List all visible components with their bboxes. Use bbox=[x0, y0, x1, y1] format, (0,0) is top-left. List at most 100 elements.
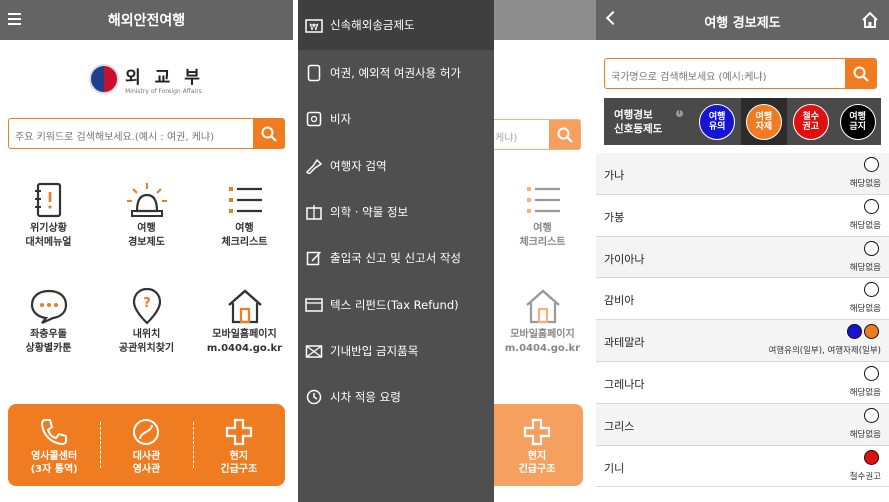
tile-mobile-homepage[interactable]: 모바일홈페이지 m.0404.go.kr bbox=[196, 284, 293, 356]
menu-item-visa[interactable]: 비자 bbox=[298, 96, 494, 142]
quarantine-icon bbox=[305, 158, 323, 174]
clock-icon bbox=[306, 389, 322, 405]
home-icon[interactable] bbox=[861, 11, 879, 28]
legend-level-caution[interactable]: 여행 유의 bbox=[694, 98, 741, 145]
embassy-button[interactable]: 대사관 영사관 bbox=[100, 404, 192, 486]
alert-level-legend: 여행경보 신호등제도 i 여행 유의 여행 자제 철수 권고 여행 금지 bbox=[604, 98, 881, 145]
alert-dot bbox=[847, 324, 862, 340]
country-name: 기니 bbox=[604, 461, 625, 475]
form-edit-icon bbox=[306, 251, 322, 266]
alert-status-text: 철수권고 bbox=[849, 471, 881, 482]
country-search-bar: 국가명으로 검색해보세요 (예시:케냐) bbox=[604, 58, 877, 89]
alert-level-indicator bbox=[864, 365, 879, 381]
country-row[interactable]: 그리스해당없음 bbox=[596, 403, 889, 446]
menu-item-prohibited-items[interactable]: 기내반입 금지품목 bbox=[298, 328, 494, 374]
drawer-screen: 케냐) 여행 체크리스트 모바일홈페이지 m.0404.go.kr 현지 긴급구… bbox=[298, 0, 596, 502]
legend-level-withdrawal[interactable]: 철수 권고 bbox=[787, 98, 834, 145]
info-icon[interactable]: i bbox=[676, 109, 683, 117]
menu-item-jetlag[interactable]: 시차 적응 요령 bbox=[298, 374, 494, 420]
logo-subtext: Ministry of Foreign Affairs bbox=[125, 88, 202, 95]
alert-status-text: 여행유의(일부), 여행자제(일부) bbox=[768, 346, 881, 357]
speech-bubble-icon bbox=[30, 289, 67, 325]
search-icon bbox=[557, 127, 573, 143]
manual-icon bbox=[34, 182, 61, 218]
menu-item-tax-refund[interactable]: 텍스 리펀드(Tax Refund) bbox=[298, 281, 494, 327]
app-title: 해외안전여행 bbox=[107, 13, 186, 29]
passport-icon bbox=[307, 64, 321, 82]
alert-dot bbox=[864, 157, 879, 172]
logo-text: 외 교 부 bbox=[125, 68, 204, 88]
medical-cross-icon bbox=[225, 418, 252, 446]
search-bar: 주요 키워드로 검색해보세요.(예시 : 여권, 케냐) bbox=[8, 118, 285, 149]
country-name: 가봉 bbox=[604, 210, 625, 224]
menu-item-immigration-form[interactable]: 출입국 신고 및 신고서 작성 bbox=[298, 235, 494, 281]
country-row[interactable]: 가나해당없음 bbox=[596, 153, 889, 195]
visa-icon bbox=[306, 112, 322, 127]
alert-level-indicator bbox=[864, 282, 879, 298]
alert-level-indicator bbox=[864, 449, 879, 465]
legend-level-ban[interactable]: 여행 금지 bbox=[834, 98, 881, 145]
country-name: 가나 bbox=[604, 169, 625, 182]
search-button[interactable] bbox=[845, 59, 876, 88]
background-tile-checklist: 여행 체크리스트 bbox=[494, 178, 591, 250]
country-row[interactable]: 가이아나해당없음 bbox=[596, 236, 889, 279]
country-name: 그리스 bbox=[604, 419, 635, 433]
tile-travel-alert[interactable]: 여행 경보제도 bbox=[98, 178, 195, 250]
consular-call-button[interactable]: 영사콜센터 (3자 통역) bbox=[8, 404, 100, 486]
alert-status-text: 해당없음 bbox=[849, 387, 881, 398]
tile-travel-checklist[interactable]: 여행 체크리스트 bbox=[196, 178, 293, 250]
page-title: 여행 경보제도 bbox=[704, 16, 781, 31]
alert-level-indicator bbox=[847, 324, 879, 340]
menu-item-remittance[interactable]: ₩ 신속해외송금제도 bbox=[298, 0, 494, 50]
tile-embassy-location[interactable]: ? 내위치 공관위치찾기 bbox=[98, 284, 195, 356]
alert-status-text: 해당없음 bbox=[849, 220, 881, 231]
checklist-icon bbox=[526, 187, 560, 213]
alert-dot bbox=[864, 449, 879, 465]
alert-level-indicator bbox=[864, 240, 879, 256]
country-search-input[interactable]: 국가명으로 검색해보세요 (예시:케냐) bbox=[605, 59, 845, 88]
country-name: 가이아나 bbox=[604, 252, 645, 266]
emergency-rescue-button[interactable]: 현지 긴급구조 bbox=[192, 404, 285, 486]
country-row[interactable]: 기니철수권고 bbox=[596, 446, 889, 488]
country-row[interactable]: 가봉해당없음 bbox=[596, 195, 889, 237]
background-tile-homepage: 모바일홈페이지 m.0404.go.kr bbox=[494, 284, 591, 356]
alert-level-indicator bbox=[864, 157, 879, 172]
search-input[interactable]: 주요 키워드로 검색해보세요.(예시 : 여권, 케냐) bbox=[9, 119, 253, 148]
legend-level-restraint[interactable]: 여행 자제 bbox=[740, 98, 788, 145]
alert-dot bbox=[864, 198, 879, 214]
tax-refund-icon bbox=[305, 297, 323, 312]
alert-level-indicator bbox=[864, 198, 879, 214]
checklist-icon bbox=[228, 187, 262, 213]
country-name: 감비아 bbox=[604, 294, 635, 308]
travel-alert-screen: 여행 경보제도 국가명으로 검색해보세요 (예시:케냐) 여행경보 신호등제도 … bbox=[596, 0, 889, 502]
menu-item-medicine[interactable]: 의학 · 약물 정보 bbox=[298, 189, 494, 235]
prohibited-items-icon bbox=[305, 345, 323, 358]
search-icon bbox=[261, 126, 277, 142]
search-button[interactable] bbox=[253, 119, 284, 148]
alert-status-text: 해당없음 bbox=[849, 429, 881, 440]
top-bar: 여행 경보제도 bbox=[596, 0, 889, 40]
top-bar: 해외안전여행 bbox=[0, 0, 293, 40]
tile-crisis-manual[interactable]: 위기상황 대처메뉴얼 bbox=[0, 178, 97, 250]
country-row[interactable]: 그레나다 해당없음 bbox=[596, 362, 889, 404]
country-row[interactable]: 과테말라여행유의(일부), 여행자제(일부) bbox=[596, 320, 889, 362]
country-name: 과테말라 bbox=[604, 336, 645, 350]
phone-icon bbox=[41, 419, 68, 446]
house-icon bbox=[525, 289, 560, 324]
svg-text:?: ? bbox=[143, 296, 151, 311]
country-row[interactable]: 감비아 해당없음 bbox=[596, 278, 889, 321]
house-icon bbox=[227, 289, 262, 324]
background-search-bar: 케냐) bbox=[488, 119, 581, 150]
menu-item-quarantine[interactable]: 여행자 검역 bbox=[298, 143, 494, 189]
alarm-light-icon bbox=[126, 183, 167, 217]
alert-status-text: 해당없음 bbox=[849, 262, 881, 273]
tile-cartoon[interactable]: 좌충우돌 상황별카툰 bbox=[0, 284, 97, 356]
menu-item-passport[interactable]: 여권, 예외적 여권사용 허가 bbox=[298, 50, 494, 96]
alert-dot bbox=[864, 240, 879, 256]
medicine-icon bbox=[306, 205, 322, 220]
alert-dot bbox=[864, 365, 879, 381]
alert-dot bbox=[864, 282, 879, 298]
alert-status-text: 해당없음 bbox=[849, 179, 881, 189]
ministry-logo: 외 교 부 Ministry of Foreign Affairs bbox=[0, 40, 293, 118]
svg-text:₩: ₩ bbox=[310, 23, 319, 33]
